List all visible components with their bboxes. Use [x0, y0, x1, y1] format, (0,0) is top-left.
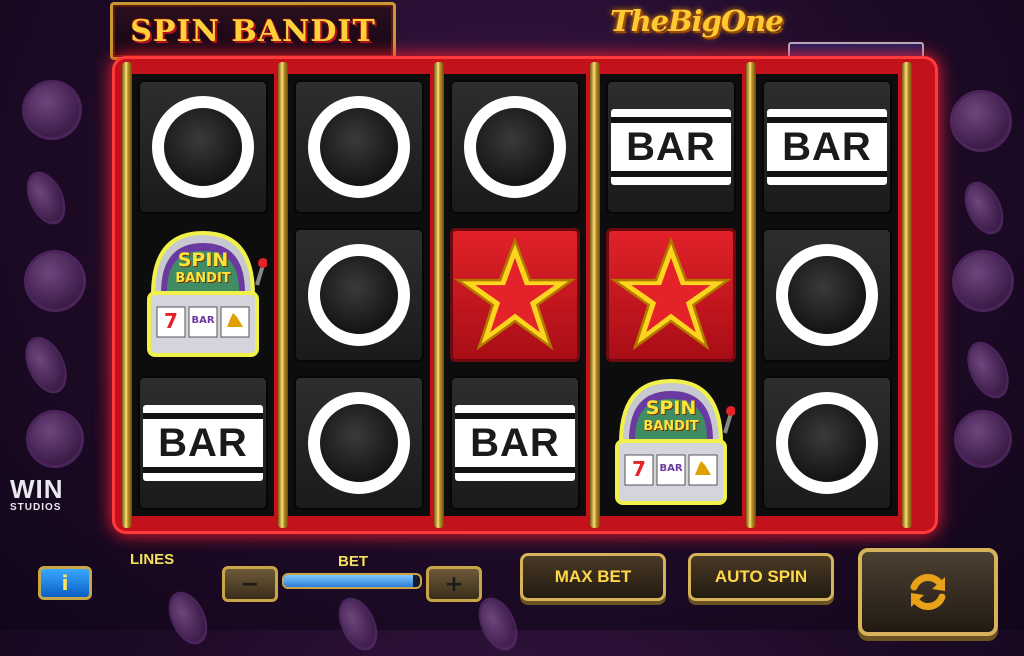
- background-coin: [160, 585, 216, 651]
- ring-icon: [308, 392, 410, 494]
- reel-frame: SPIN BANDIT 7 BAR BAR BAR BAR SPIN BANDIT 7 BAR BAR: [112, 56, 938, 534]
- machine-reel-1: 7: [164, 309, 178, 333]
- background-coin: [959, 335, 1017, 405]
- ring-icon: [776, 244, 878, 346]
- reel-separator: [902, 62, 912, 528]
- background-coin: [18, 165, 74, 231]
- lines-label: LINES: [130, 551, 175, 568]
- spin-bandit-machine-icon: SPIN BANDIT 7 BAR: [139, 225, 268, 365]
- symbol-bar: BAR: [606, 80, 736, 214]
- symbol-ring: [294, 80, 424, 214]
- bar-icon: BAR: [143, 405, 263, 481]
- reel-5: BAR: [756, 74, 898, 516]
- reel-4: BAR SPIN BANDIT 7 BAR: [600, 74, 742, 516]
- machine-reel-2: BAR: [659, 463, 683, 474]
- symbol-ring: [294, 376, 424, 510]
- background-coin: [954, 410, 1012, 468]
- ring-icon: [308, 244, 410, 346]
- symbol-bar: BAR: [450, 376, 580, 510]
- info-icon: i: [61, 571, 69, 595]
- machine-title-2: BANDIT: [175, 271, 231, 286]
- background-coin: [330, 591, 386, 656]
- background-coin: [950, 90, 1012, 152]
- symbol-bar: BAR: [138, 376, 268, 510]
- bet-decrease-button[interactable]: −: [222, 566, 278, 602]
- background-coin: [22, 80, 82, 140]
- machine-reel-2: BAR: [191, 315, 215, 326]
- bar-text: BAR: [626, 124, 716, 169]
- symbol-star: [606, 228, 736, 362]
- reel-separator: [278, 62, 288, 528]
- bar-text: BAR: [470, 420, 560, 465]
- symbol-bar: BAR: [762, 80, 892, 214]
- star-icon: [454, 236, 576, 351]
- studio-sub: STUDIOS: [10, 502, 62, 513]
- background-coin: [17, 330, 75, 400]
- symbol-ring: [762, 376, 892, 510]
- symbol-ring: [294, 228, 424, 362]
- game-title: SPIN BANDIT: [130, 13, 376, 49]
- ring-icon: [308, 96, 410, 198]
- bar-icon: BAR: [767, 109, 887, 185]
- background-coin: [24, 250, 86, 312]
- symbol-star: [450, 228, 580, 362]
- plus-icon: +: [444, 571, 464, 597]
- background-coin: [952, 250, 1014, 312]
- reel-separator: [590, 62, 600, 528]
- ring-icon: [152, 96, 254, 198]
- studio-logo: WIN STUDIOS: [10, 474, 64, 513]
- ring-icon: [464, 96, 566, 198]
- bar-text: BAR: [782, 124, 872, 169]
- minus-icon: −: [240, 571, 260, 597]
- machine-title-1: SPIN: [645, 397, 697, 419]
- studio-name: WIN: [10, 474, 64, 504]
- bet-slider[interactable]: [282, 573, 422, 589]
- game-title-logo: SPIN BANDIT: [110, 2, 396, 60]
- max-bet-button[interactable]: MAX BET: [520, 553, 666, 601]
- reel-2: [288, 74, 430, 516]
- background-coin: [956, 175, 1012, 241]
- bet-label: BET: [338, 553, 368, 570]
- refresh-icon: [910, 573, 946, 611]
- reel-separator: [746, 62, 756, 528]
- machine-title-2: BANDIT: [643, 419, 699, 434]
- symbol-spin-bandit-machine: SPIN BANDIT 7 BAR: [606, 376, 736, 510]
- bar-icon: BAR: [455, 405, 575, 481]
- background-coin: [470, 591, 526, 656]
- symbol-spin-bandit-machine: SPIN BANDIT 7 BAR: [138, 228, 268, 362]
- bet-increase-button[interactable]: +: [426, 566, 482, 602]
- brand-logo: TheBigOne: [610, 4, 784, 38]
- reel-separator: [434, 62, 444, 528]
- star-icon: [610, 236, 732, 351]
- background-coin: [26, 410, 84, 468]
- reel-1: SPIN BANDIT 7 BAR BAR: [132, 74, 274, 516]
- symbol-ring: [450, 80, 580, 214]
- bar-text: BAR: [158, 420, 248, 465]
- bet-slider-fill: [284, 575, 414, 587]
- symbol-ring: [138, 80, 268, 214]
- spin-button[interactable]: [858, 548, 998, 636]
- machine-title-1: SPIN: [177, 249, 229, 271]
- auto-spin-button[interactable]: AUTO SPIN: [688, 553, 834, 601]
- machine-reel-1: 7: [632, 457, 646, 481]
- symbol-ring: [762, 228, 892, 362]
- reel-separator: [122, 62, 132, 528]
- info-button[interactable]: i: [38, 566, 92, 600]
- ring-icon: [776, 392, 878, 494]
- reel-3: BAR: [444, 74, 586, 516]
- spin-bandit-machine-icon: SPIN BANDIT 7 BAR: [607, 373, 736, 513]
- bar-icon: BAR: [611, 109, 731, 185]
